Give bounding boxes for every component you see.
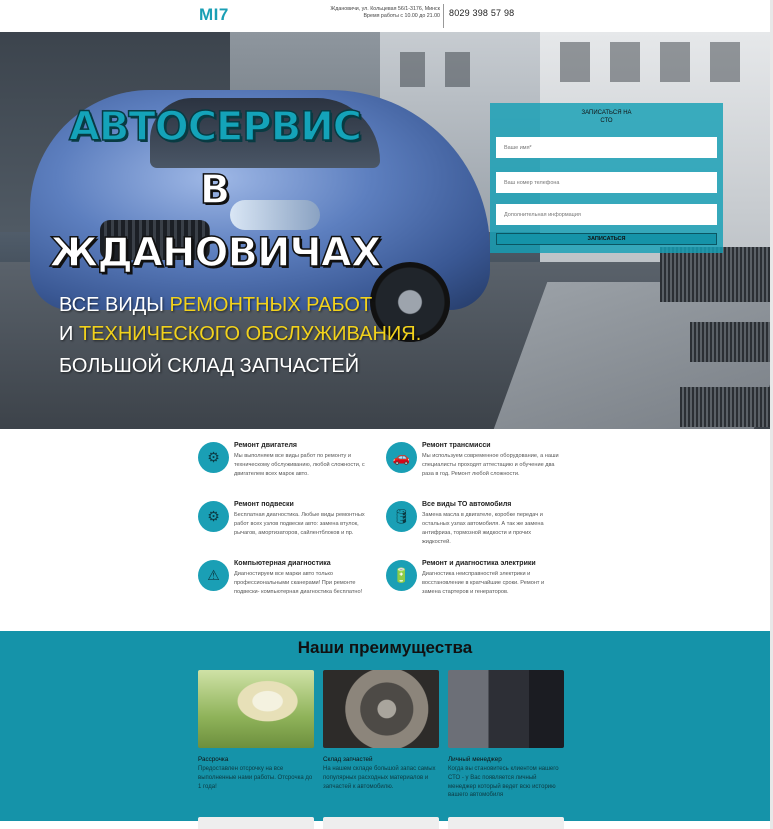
parts-image bbox=[323, 670, 439, 748]
working-hours: Время работы с 10.00 до 21.00 bbox=[363, 13, 440, 19]
service-name: Ремонт и диагностика электрики bbox=[422, 560, 536, 567]
installment-image bbox=[198, 670, 314, 748]
next-card-preview bbox=[448, 817, 564, 829]
service-desc: Бесплатная диагностика. Любые виды ремон… bbox=[234, 512, 365, 536]
info-input[interactable] bbox=[496, 204, 717, 225]
address-text: Ждановичи, ул. Кольцевая 56/1-3176, Минс… bbox=[330, 6, 440, 12]
card-text: На нашем складе большой запас самых попу… bbox=[323, 766, 436, 790]
next-card-preview bbox=[198, 817, 314, 829]
service-name: Ремонт трансмисси bbox=[422, 442, 491, 449]
hero-title-line3: ЖДАНОВИЧАХ bbox=[49, 229, 383, 277]
building-window bbox=[560, 42, 590, 82]
oil-can-icon: 🛢 bbox=[386, 501, 417, 532]
manager-image bbox=[448, 670, 564, 748]
building-window bbox=[710, 42, 740, 82]
building-window bbox=[610, 42, 640, 82]
card-text: Предоставлен отсрочку на все выполненные… bbox=[198, 766, 313, 790]
booking-form: ЗАПИСАТЬСЯ НА СТО ЗАПИСАТЬСЯ bbox=[490, 103, 723, 253]
street-grate bbox=[680, 387, 770, 427]
hero-subtitle-line1: ВСЕ ВИДЫ РЕМОНТНЫХ РАБОТ bbox=[59, 294, 372, 317]
site-logo[interactable]: MI7 bbox=[199, 5, 229, 25]
site-header: MI7 Ждановичи, ул. Кольцевая 56/1-3176, … bbox=[0, 0, 773, 30]
street-grate bbox=[690, 322, 770, 362]
service-desc: Замена масла в двигателе, коробке переда… bbox=[422, 512, 544, 545]
header-address: Ждановичи, ул. Кольцевая 56/1-3176, Минс… bbox=[322, 6, 440, 20]
building-window bbox=[445, 52, 470, 87]
service-name: Ремонт подвески bbox=[234, 501, 294, 508]
hero-sub-highlight: ТЕХНИЧЕСКОГО ОБСЛУЖИВАНИЯ. bbox=[78, 323, 422, 345]
header-phone[interactable]: 8029 398 57 98 bbox=[449, 8, 514, 18]
suspension-icon: ⚙ bbox=[198, 501, 229, 532]
card-title: Личный менеджер bbox=[448, 756, 502, 763]
card-text: Когда вы становитесь клиентом нашего СТО… bbox=[448, 766, 559, 799]
phone-input[interactable] bbox=[496, 172, 717, 193]
name-input[interactable] bbox=[496, 137, 717, 158]
warning-icon: ⚠ bbox=[198, 560, 229, 591]
service-desc: Мы выполняем все виды работ по ремонту и… bbox=[234, 453, 365, 477]
building-window bbox=[400, 52, 425, 87]
header-divider bbox=[443, 4, 444, 28]
advantages-section: Наши преимущества Рассрочка Предоставлен… bbox=[0, 631, 770, 821]
service-name: Ремонт двигателя bbox=[234, 442, 297, 449]
submit-button[interactable]: ЗАПИСАТЬСЯ bbox=[496, 233, 717, 245]
building-window bbox=[660, 42, 690, 82]
services-section: ⚙ Ремонт двигателя Мы выполняем все виды… bbox=[0, 429, 770, 631]
form-title: ЗАПИСАТЬСЯ НА СТО bbox=[490, 109, 723, 125]
form-title-line2: СТО bbox=[600, 118, 613, 124]
hero-subtitle-line3: БОЛЬШОЙ СКЛАД ЗАПЧАСТЕЙ bbox=[59, 355, 360, 377]
form-title-line1: ЗАПИСАТЬСЯ НА bbox=[581, 110, 632, 116]
hero-sub-text: И bbox=[59, 323, 79, 345]
hero-title-line2: В bbox=[199, 166, 231, 214]
hero-sub-text: ВСЕ ВИДЫ bbox=[59, 294, 170, 316]
car-icon: 🚗 bbox=[386, 442, 417, 473]
advantage-card: Склад запчастей На нашем складе большой … bbox=[323, 670, 439, 791]
battery-icon: 🔋 bbox=[386, 560, 417, 591]
card-title: Рассрочка bbox=[198, 756, 229, 763]
advantages-title: Наши преимущества bbox=[297, 638, 473, 657]
service-desc: Диагностируем все марки авто только проф… bbox=[234, 571, 363, 595]
service-desc: Мы используем современное оборудование, … bbox=[422, 453, 559, 477]
engine-icon: ⚙ bbox=[198, 442, 229, 473]
advantage-card: Рассрочка Предоставлен отсрочку на все в… bbox=[198, 670, 314, 791]
advantage-card: Личный менеджер Когда вы становитесь кли… bbox=[448, 670, 564, 800]
hero-sub-highlight: РЕМОНТНЫХ РАБОТ bbox=[169, 294, 373, 316]
hero-title-line1: АВТОСЕРВИС bbox=[68, 103, 363, 151]
next-card-preview bbox=[323, 817, 439, 829]
service-name: Компьютерная диагностика bbox=[234, 560, 331, 567]
service-name: Все виды ТО автомобиля bbox=[422, 501, 512, 508]
service-desc: Диагностика неисправностей электрики и в… bbox=[422, 571, 545, 595]
street-grate bbox=[660, 247, 770, 302]
hero-subtitle-line2: И ТЕХНИЧЕСКОГО ОБСЛУЖИВАНИЯ. bbox=[59, 323, 421, 346]
card-title: Склад запчастей bbox=[323, 756, 373, 763]
